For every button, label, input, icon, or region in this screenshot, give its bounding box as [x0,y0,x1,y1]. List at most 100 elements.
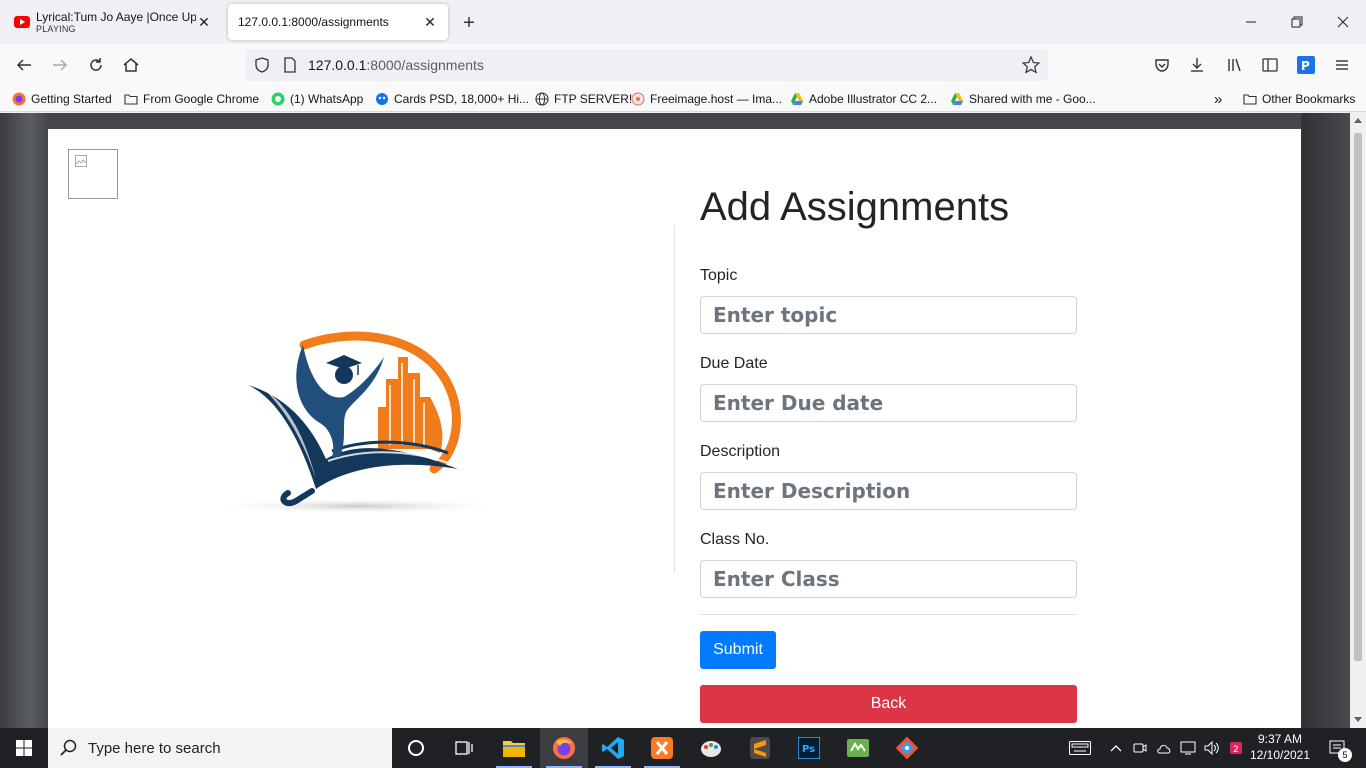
restore-button[interactable] [1274,0,1320,44]
sidebar-button[interactable] [1256,51,1284,79]
topic-input[interactable] [700,296,1077,334]
description-label: Description [700,443,781,460]
submit-button[interactable]: Submit [700,631,776,669]
due-date-label: Due Date [700,355,768,372]
broken-image-placeholder [68,149,118,199]
taskbar-firefox[interactable] [540,728,588,768]
tray-app-notice[interactable]: 2 [1226,728,1246,768]
minimize-button[interactable] [1228,0,1274,44]
reload-button[interactable] [82,51,110,79]
new-tab-button[interactable]: + [456,10,482,36]
class-label: Class No. [700,531,770,548]
git-icon [895,736,919,760]
bookmark-shared-with-me[interactable]: Shared with me - Goo... [950,90,1096,108]
pocket-button[interactable] [1148,51,1176,79]
bookmark-ftp-server[interactable]: FTP SERVER! [535,90,632,108]
taskbar-sublime-text[interactable] [736,728,784,768]
restore-icon [1291,16,1303,28]
meet-now-icon [1133,743,1147,753]
taskbar-xampp[interactable] [638,728,686,768]
system-clock[interactable]: 9:37 AM 12/10/2021 [1244,731,1316,763]
taskbar-search-box[interactable]: Type here to search [48,728,392,768]
close-tab-icon[interactable]: ✕ [196,14,212,30]
pocket-icon [1155,59,1169,72]
topic-label: Topic [700,267,738,284]
bookmarks-overflow-button[interactable]: » [1214,90,1222,108]
bookmark-folder-chrome[interactable]: From Google Chrome [124,90,259,108]
menu-button[interactable] [1328,51,1356,79]
tab-youtube[interactable]: Lyrical:Tum Jo Aaye |Once Upon PLAYING ✕ [4,4,222,40]
tray-volume[interactable] [1202,728,1222,768]
close-tab-icon[interactable]: ✕ [422,14,438,30]
tab-strip: Lyrical:Tum Jo Aaye |Once Upon PLAYING ✕… [0,0,1366,44]
library-button[interactable] [1221,51,1249,79]
bookmark-freeimage[interactable]: Freeimage.host — Ima... [631,90,782,108]
freepik-icon [376,93,388,105]
taskbar-git[interactable] [883,728,931,768]
tray-show-hidden[interactable] [1106,728,1126,768]
tab-playing-status: PLAYING [36,24,76,34]
action-center-button[interactable]: 5 [1318,728,1358,768]
star-bookmark-icon[interactable] [1022,56,1040,74]
tab-assignments[interactable]: 127.0.0.1:8000/assignments ✕ [228,4,448,40]
reload-icon [90,58,102,71]
taskbar-photoshop[interactable]: Ps [785,728,833,768]
tab-title: Lyrical:Tum Jo Aaye |Once Upon [36,10,196,24]
search-icon [60,739,77,756]
xampp-icon [651,737,673,759]
folder-icon [124,94,138,105]
hamburger-menu-icon [1336,60,1348,70]
tray-keyboard[interactable] [1066,728,1094,768]
clock-date: 12/10/2021 [1249,748,1311,762]
globe-icon [535,92,549,106]
whatsapp-icon [271,92,285,106]
other-bookmarks-folder[interactable]: Other Bookmarks [1243,90,1355,108]
cortana-button[interactable] [392,728,440,768]
bookmark-adobe-illustrator[interactable]: Adobe Illustrator CC 2... [790,90,937,108]
forward-button[interactable] [46,51,74,79]
taskbar-paint[interactable] [687,728,735,768]
taskbar-file-explorer[interactable] [490,728,538,768]
minimize-icon [1246,21,1256,23]
description-input[interactable] [700,472,1077,510]
page-icon[interactable] [282,57,298,73]
photoshop-icon: Ps [798,737,820,759]
paint-icon [701,741,721,757]
bookmark-whatsapp[interactable]: (1) WhatsApp [271,90,363,108]
close-window-button[interactable] [1320,0,1366,44]
address-bar[interactable]: 127.0.0.1:8000/assignments [246,49,1048,81]
folder-icon [1243,94,1257,105]
tray-onedrive[interactable] [1154,728,1174,768]
svg-text:P: P [1301,59,1310,73]
taskbar-vscode[interactable] [589,728,637,768]
class-input[interactable] [700,560,1077,598]
tray-meet[interactable] [1130,728,1150,768]
due-date-input[interactable] [700,384,1077,422]
extension-button[interactable]: P [1292,51,1320,79]
page-title: Add Assignments [700,185,1010,229]
svg-text:Ps: Ps [802,744,815,755]
task-view-button[interactable] [440,728,488,768]
freeimage-icon [631,92,645,106]
page-scrollbar[interactable] [1350,113,1366,728]
notification-count-badge: 5 [1338,748,1352,762]
home-button[interactable] [117,51,145,79]
start-button[interactable] [0,728,48,768]
bookmark-cards-psd[interactable]: Cards PSD, 18,000+ Hi... [375,90,529,108]
scroll-up-icon[interactable] [1354,117,1362,125]
downloads-button[interactable] [1183,51,1211,79]
back-button[interactable] [10,51,38,79]
taskbar-app[interactable] [834,728,882,768]
shield-icon[interactable] [254,57,270,73]
bookmark-getting-started[interactable]: Getting Started [12,90,112,108]
url-text[interactable]: 127.0.0.1:8000/assignments [308,57,484,73]
network-icon [1180,741,1196,755]
tray-network[interactable] [1178,728,1198,768]
scrollbar-thumb[interactable] [1354,133,1362,661]
cloud-icon [1157,745,1171,754]
broken-image-icon [75,155,87,167]
education-logo [208,331,508,514]
back-link-button[interactable]: Back [700,685,1077,723]
scroll-down-icon[interactable] [1354,715,1362,723]
volume-icon [1204,741,1219,755]
